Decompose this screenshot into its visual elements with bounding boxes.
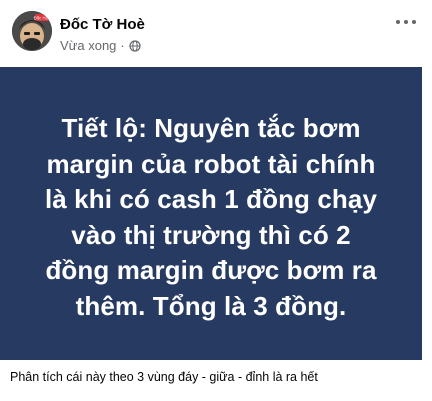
banner-line: vào thị trường thì có 2 <box>71 219 351 250</box>
author-name[interactable]: Đốc Tờ Hoè <box>60 16 145 33</box>
banner-text: Tiết lộ: Nguyên tắc bơm margin của robot… <box>0 111 422 324</box>
post-header: Đốc Hòe Đốc Tờ Hoè Vừa xong · <box>0 0 432 64</box>
post-meta: Vừa xong · <box>60 38 141 53</box>
banner-line: là khi có cash 1 đồng chạy <box>44 184 378 214</box>
more-options-icon[interactable] <box>393 13 419 31</box>
post-banner: Tiết lộ: Nguyên tắc bơm margin của robot… <box>0 67 422 360</box>
globe-icon[interactable] <box>129 39 141 52</box>
banner-line: margin của robot tài chính <box>46 148 376 179</box>
banner-line: đồng margin được bơm ra <box>45 255 377 285</box>
meta-separator: · <box>120 38 125 53</box>
post-caption: Phân tích cái này theo 3 vùng đáy - giữa… <box>10 370 318 384</box>
avatar-portrait-icon: Đốc Hòe <box>12 11 52 51</box>
post-timestamp[interactable]: Vừa xong <box>60 38 116 53</box>
avatar-badge: Đốc Hòe <box>34 15 51 20</box>
banner-line: thêm. Tổng là 3 đồng. <box>75 290 347 321</box>
avatar[interactable]: Đốc Hòe <box>12 11 52 51</box>
banner-line: Tiết lộ: Nguyên tắc bơm <box>61 113 361 143</box>
